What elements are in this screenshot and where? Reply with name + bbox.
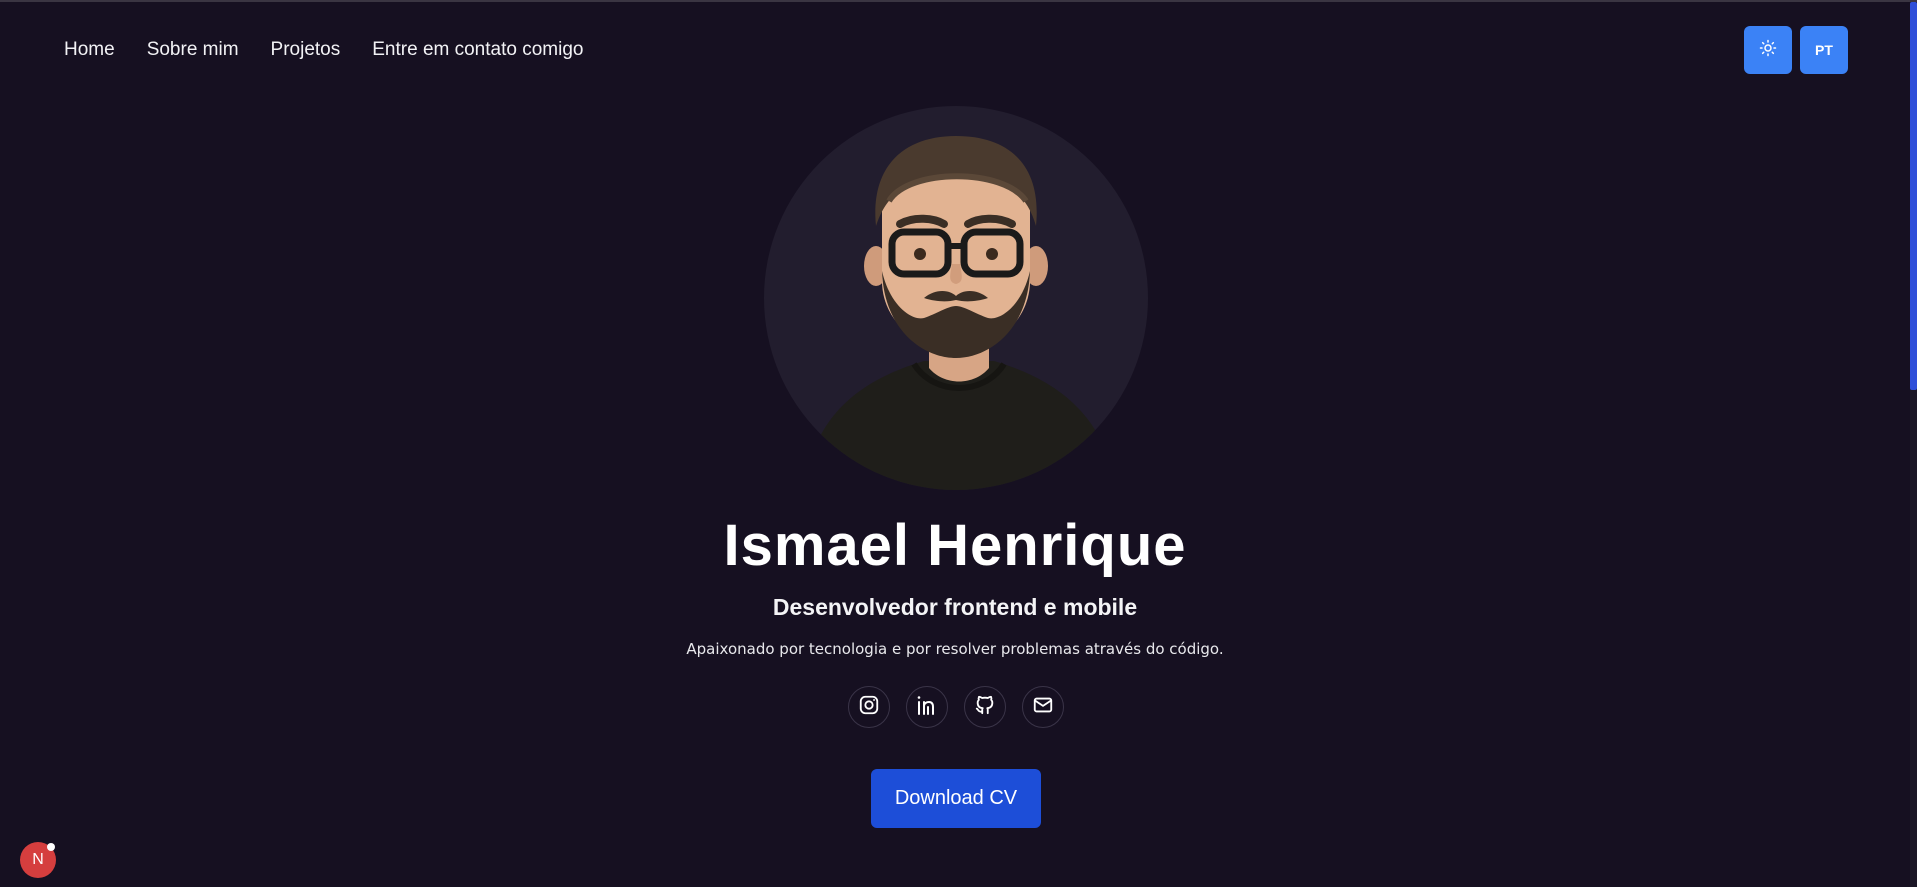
hero-role: Desenvolvedor frontend e mobile xyxy=(772,594,1138,620)
github-icon xyxy=(974,694,996,721)
instagram-icon xyxy=(858,694,880,721)
email-link[interactable] xyxy=(1022,686,1064,728)
hero-tagline: Apaixonado por tecnologia e por resolver… xyxy=(686,640,1224,658)
dev-indicator-dot xyxy=(47,843,55,851)
hero-name: Ismael Henrique xyxy=(723,513,1187,578)
avatar xyxy=(764,106,1148,490)
sun-icon xyxy=(1759,39,1777,62)
language-button[interactable]: PT xyxy=(1800,26,1848,74)
github-link[interactable] xyxy=(964,686,1006,728)
instagram-link[interactable] xyxy=(848,686,890,728)
mail-icon xyxy=(1032,694,1054,721)
theme-toggle-button[interactable] xyxy=(1744,26,1792,74)
avatar-illustration-icon xyxy=(804,136,1116,490)
scrollbar-thumb[interactable] xyxy=(1910,2,1917,390)
main-nav: Home Sobre mim Projetos Entre em contato… xyxy=(64,38,583,62)
nav-link-contato[interactable]: Entre em contato comigo xyxy=(372,38,583,62)
social-links xyxy=(848,686,1064,728)
nav-link-home[interactable]: Home xyxy=(64,38,115,62)
linkedin-link[interactable] xyxy=(906,686,948,728)
nav-link-sobre-mim[interactable]: Sobre mim xyxy=(147,38,239,62)
download-cv-button[interactable]: Download CV xyxy=(871,769,1041,828)
nav-link-projetos[interactable]: Projetos xyxy=(271,38,341,62)
linkedin-icon xyxy=(915,694,939,721)
